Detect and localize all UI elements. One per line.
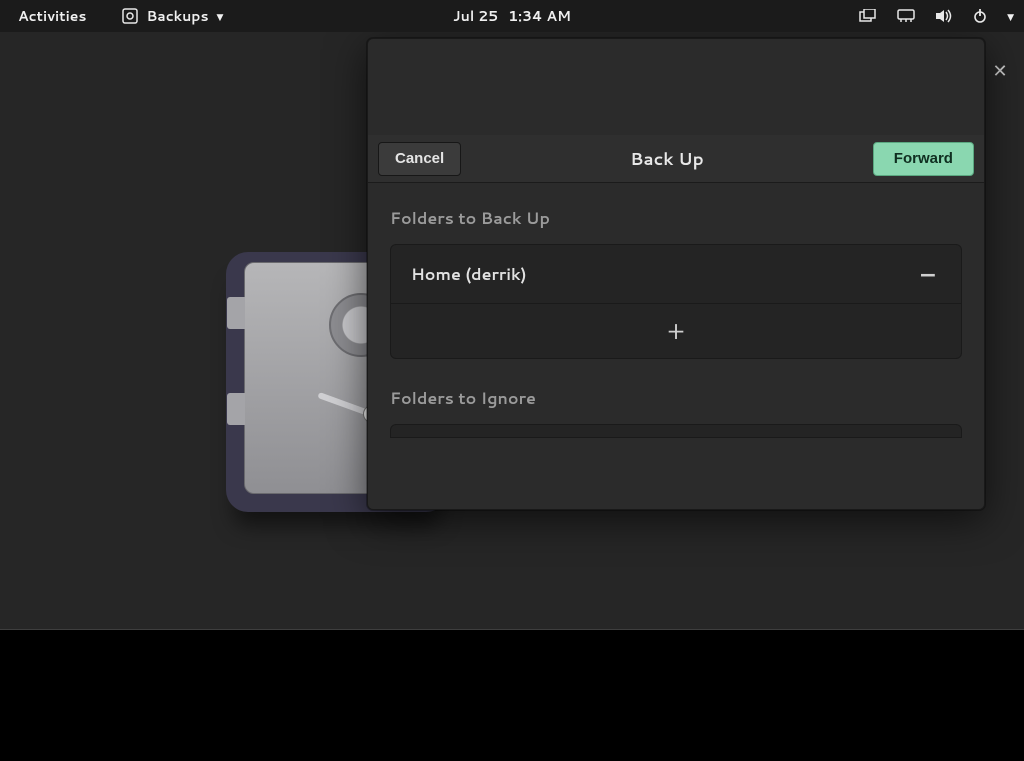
workspace-viewport: ✕ Overview: [0, 32, 1024, 630]
activities-button[interactable]: Activities: [10, 6, 94, 26]
cancel-button[interactable]: Cancel: [378, 142, 461, 176]
windows-tray-icon[interactable]: [859, 9, 877, 23]
folder-name: Home (derrik): [411, 263, 527, 286]
app-menu-button[interactable]: Backups ▼: [122, 6, 223, 26]
forward-button[interactable]: Forward: [873, 142, 974, 176]
dialog-headerbar: Cancel Back Up Forward: [368, 135, 984, 183]
backups-app-icon: [122, 8, 138, 24]
system-tray: ▼: [859, 9, 1014, 23]
app-menu-label: Backups: [146, 6, 208, 26]
clock-area[interactable]: Jul 25 1:34 AM: [453, 6, 571, 26]
dialog-content: Folders to Back Up Home (derrik) − + Fol…: [368, 183, 984, 509]
panel-date: Jul 25: [453, 6, 498, 26]
plus-icon: +: [667, 313, 685, 349]
backup-wizard-dialog: Cancel Back Up Forward Folders to Back U…: [367, 38, 985, 510]
main-window-close-button[interactable]: ✕: [988, 58, 1012, 82]
network-icon[interactable]: [897, 9, 915, 23]
tray-dropdown-icon[interactable]: ▼: [1007, 10, 1014, 23]
volume-icon[interactable]: [935, 9, 953, 23]
dropdown-icon: ▼: [217, 10, 224, 23]
list-item[interactable]: Home (derrik) −: [391, 245, 961, 303]
panel-time: 1:34 AM: [508, 6, 571, 26]
remove-folder-button[interactable]: −: [915, 261, 941, 287]
add-backup-folder-button[interactable]: +: [391, 304, 961, 358]
gnome-top-panel: Activities Backups ▼ Jul 25 1:34 AM ▼: [0, 0, 1024, 32]
folders-to-ignore-label: Folders to Ignore: [390, 387, 962, 410]
ignore-folders-list: [390, 424, 962, 438]
folders-to-backup-label: Folders to Back Up: [390, 207, 962, 230]
dialog-title: Back Up: [630, 147, 704, 171]
desktop: ✕ Overview: [0, 32, 1024, 761]
power-icon[interactable]: [973, 9, 987, 23]
backup-folders-list: Home (derrik) − +: [390, 244, 962, 359]
